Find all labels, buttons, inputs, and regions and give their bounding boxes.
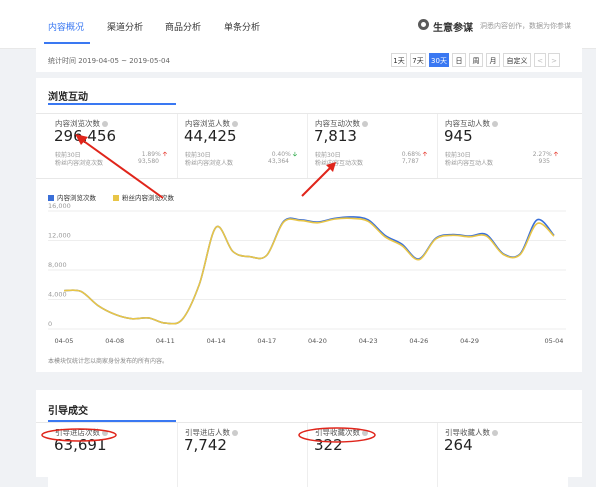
y-tick-label: 0: [48, 320, 52, 328]
x-tick-label: 04-11: [156, 337, 175, 345]
x-tick-label: 04-29: [460, 337, 479, 345]
y-tick-label: 16,000: [48, 202, 71, 210]
info-icon[interactable]: [362, 430, 368, 436]
guide-card-favorites[interactable]: 引导收藏次数 322: [308, 423, 438, 487]
x-tick-label: 04-20: [308, 337, 327, 345]
guide-card-store-visitors[interactable]: 引导进店人数 7,742: [178, 423, 308, 487]
x-tick-label: 04-05: [55, 337, 74, 345]
x-tick-label: 04-26: [409, 337, 428, 345]
x-tick-label: 04-08: [105, 337, 124, 345]
module-footnote: 本模块仅统计您以商家身份发布的所有内容。: [48, 358, 169, 365]
info-icon[interactable]: [232, 430, 238, 436]
y-tick-label: 12,000: [48, 232, 71, 240]
metric-value: 7,742: [184, 436, 227, 454]
info-icon[interactable]: [492, 430, 498, 436]
guide-card-favorite-users[interactable]: 引导收藏人数 264: [438, 423, 568, 487]
metric-value: 264: [444, 436, 473, 454]
y-tick-label: 8,000: [48, 261, 67, 269]
metric-value: 322: [314, 436, 343, 454]
y-tick-label: 4,000: [48, 291, 67, 299]
guide-cards-row: 引导进店次数 63,691 引导进店人数 7,742 引导收藏次数 322 引导…: [36, 422, 582, 487]
x-tick-label: 05-04: [545, 337, 564, 345]
x-tick-label: 04-17: [257, 337, 276, 345]
panel-title-guide: 引导成交: [48, 406, 88, 417]
guide-card-store-visits[interactable]: 引导进店次数 63,691: [48, 423, 178, 487]
metric-value: 63,691: [54, 436, 107, 454]
x-tick-label: 04-14: [207, 337, 226, 345]
x-tick-label: 04-23: [359, 337, 378, 345]
